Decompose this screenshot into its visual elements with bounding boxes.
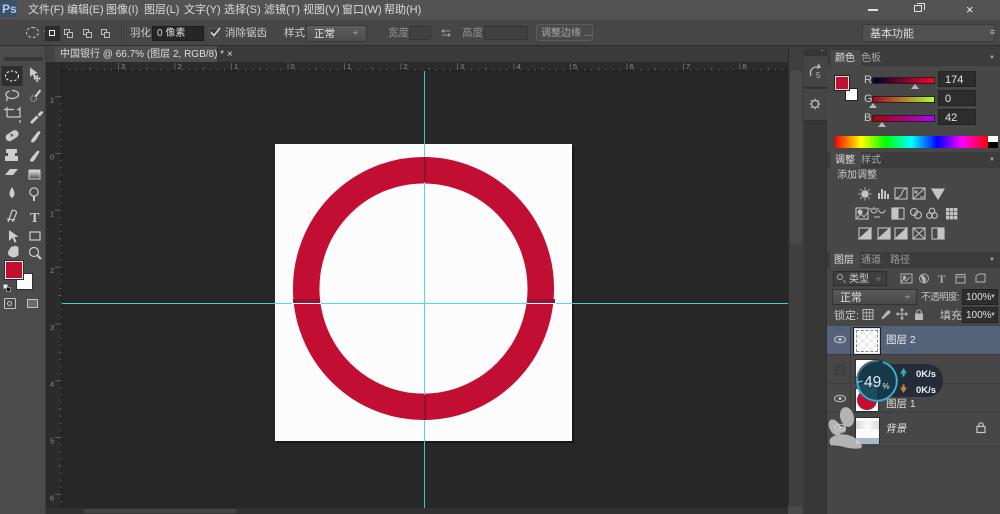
svg-text:7: 7 [686,62,690,71]
svg-text:1: 1 [234,62,238,71]
svg-text:3: 3 [460,62,464,71]
svg-text:T: T [938,274,946,286]
svg-text:5: 5 [50,437,54,446]
svg-text:1: 1 [347,62,351,71]
svg-text:4: 4 [517,62,521,71]
svg-text:2: 2 [50,266,54,275]
svg-text:6: 6 [630,62,634,71]
svg-text:1: 1 [50,96,54,105]
svg-text:0: 0 [50,153,54,162]
svg-text:5: 5 [816,71,821,80]
svg-text:0: 0 [291,62,295,71]
svg-text:49: 49 [864,374,881,391]
svg-text:5: 5 [573,62,577,71]
svg-text:T: T [30,211,40,226]
svg-text:8: 8 [743,62,747,71]
svg-text:3: 3 [50,323,54,332]
svg-text:2: 2 [178,62,182,71]
svg-text:2: 2 [404,62,408,71]
svg-text:3: 3 [121,62,125,71]
svg-text:1: 1 [50,209,54,218]
svg-text:6: 6 [50,493,54,502]
svg-text:%: % [883,382,890,391]
svg-text:4: 4 [50,380,54,389]
